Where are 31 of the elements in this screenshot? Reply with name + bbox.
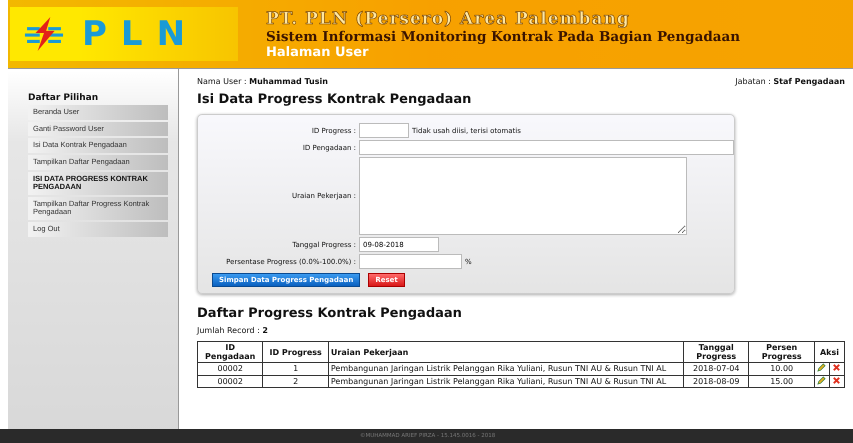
table-cell: Pembangunan Jaringan Listrik Pelanggan Rika Yuliani, Rusun TNI AU & Rusun TNI AL xyxy=(328,375,684,388)
record-count: Jumlah Record : 2 xyxy=(197,326,269,335)
input-field[interactable] xyxy=(359,254,462,269)
column-header: Uraian Pekerjaan xyxy=(328,342,684,362)
user-name: Nama User : Muhammad Tusin xyxy=(197,77,328,86)
lightning-waves-icon xyxy=(22,16,66,52)
table-cell: Pembangunan Jaringan Listrik Pelanggan Rika Yuliani, Rusun TNI AU & Rusun TNI AL xyxy=(328,362,684,376)
table-cell: 00002 xyxy=(198,375,263,388)
list-title: Daftar Progress Kontrak Pengadaan xyxy=(197,306,463,321)
company-title: PT. PLN (Persero) Area Palembang xyxy=(266,8,631,28)
logo-text: PLN xyxy=(82,14,200,54)
table-cell: 2018-08-09 xyxy=(684,375,749,388)
table-cell: 2018-07-04 xyxy=(684,362,749,376)
input-field[interactable] xyxy=(359,123,409,138)
table-cell: 1 xyxy=(262,362,328,376)
sidebar-title: Daftar Pilihan xyxy=(28,93,100,103)
form-title: Isi Data Progress Kontrak Pengadaan xyxy=(197,92,472,107)
page-title: Halaman User xyxy=(266,44,370,60)
user-role: Jabatan : Staf Pengadaan xyxy=(735,77,845,86)
table-cell: 15.00 xyxy=(748,375,814,388)
input-field[interactable] xyxy=(359,140,734,155)
column-header: Persen Progress xyxy=(748,342,814,362)
column-header: ID Progress xyxy=(262,342,328,362)
column-header: ID Pengadaan xyxy=(198,342,263,362)
table-cell: 10.00 xyxy=(748,362,814,376)
delete-icon[interactable] xyxy=(832,376,842,385)
column-header: Aksi xyxy=(814,342,844,362)
table-cell: 2 xyxy=(262,375,328,388)
column-header: Tanggal Progress xyxy=(684,342,749,362)
system-title: Sistem Informasi Monitoring Kontrak Pada Bagian Pengadaan xyxy=(266,28,740,44)
table-cell: 00002 xyxy=(198,362,263,376)
